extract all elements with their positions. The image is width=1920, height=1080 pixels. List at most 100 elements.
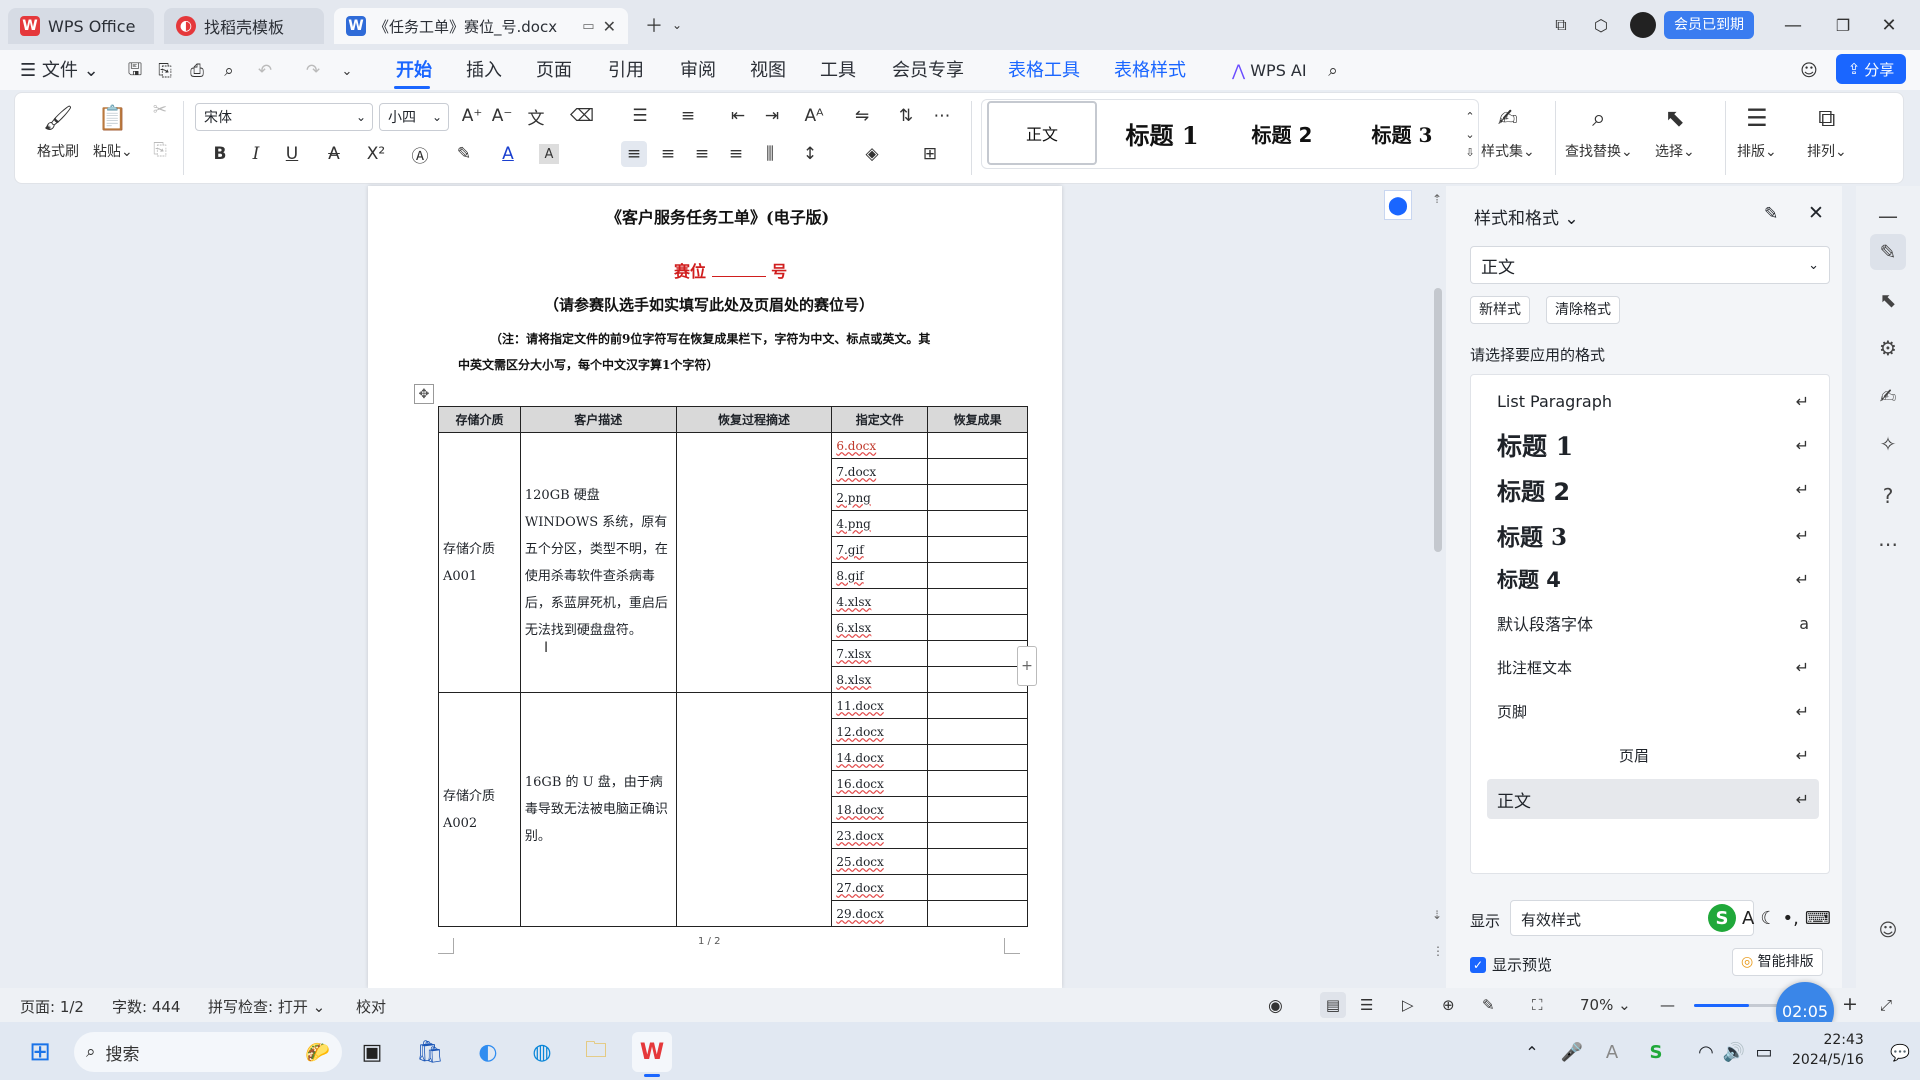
italic-icon[interactable]: I	[243, 141, 269, 167]
cut-icon[interactable]: ✂	[147, 97, 173, 123]
file-cell[interactable]: 8.xlsx	[831, 666, 929, 693]
pen-tray-icon[interactable]: A	[1592, 1032, 1632, 1072]
show-preview-checkbox[interactable]: ✓ 显示预览	[1470, 954, 1552, 975]
minimize-icon[interactable]: —	[1776, 10, 1810, 40]
wps-ai-button[interactable]: ⋀ WPS AI	[1232, 58, 1307, 84]
document-page[interactable]: 《客户服务任务工单》(电子版) 赛位 号 （请参赛队选手如实填写此处及页眉处的赛…	[368, 186, 1062, 988]
align-center-icon[interactable]: ≡	[655, 141, 681, 167]
scroll-down-icon[interactable]: ⇣	[1432, 908, 1442, 922]
file-cell[interactable]: 12.docx	[831, 718, 929, 745]
tools-icon[interactable]: ✧	[1870, 426, 1906, 462]
spell-check[interactable]: 拼写检查: 打开 ⌄	[208, 996, 325, 1017]
share-button[interactable]: ⇪ 分享	[1836, 54, 1906, 84]
increase-indent-icon[interactable]: ⇥	[759, 103, 785, 129]
result-cell[interactable]	[927, 640, 1028, 667]
style-item-comment-text[interactable]: 批注框文本 ↵	[1487, 647, 1819, 687]
select-button[interactable]: ⬉ 选择⌄	[1655, 103, 1695, 161]
windows-start-icon[interactable]: ⊞	[20, 1032, 60, 1072]
file-cell[interactable]: 11.docx	[831, 692, 929, 719]
shading-icon[interactable]: ◈	[859, 141, 885, 167]
menu-review[interactable]: 审阅	[680, 58, 716, 84]
smart-layout-button[interactable]: ◎ 智能排版	[1732, 948, 1823, 976]
numbered-list-icon[interactable]: ≡	[675, 103, 701, 129]
style-item-header[interactable]: 页眉 ↵	[1487, 735, 1819, 775]
result-cell[interactable]	[927, 614, 1028, 641]
redo-icon[interactable]: ↷	[300, 58, 326, 84]
file-cell[interactable]: 6.xlsx	[831, 614, 929, 641]
paste-button[interactable]: 📋 粘贴⌄	[93, 103, 133, 161]
qq-browser-icon[interactable]: ◐	[468, 1032, 508, 1072]
phonetic-icon[interactable]: 文	[523, 103, 549, 129]
process-cell[interactable]	[675, 432, 833, 693]
style-edit-icon[interactable]: ✎	[1870, 234, 1906, 270]
export-icon[interactable]: ⎘	[152, 58, 178, 84]
web-view-icon[interactable]: ⊕	[1442, 996, 1455, 1014]
save-icon[interactable]: 🖫	[122, 58, 148, 84]
zoom-out-icon[interactable]: —	[1660, 996, 1675, 1014]
menu-references[interactable]: 引用	[608, 58, 644, 84]
menu-insert[interactable]: 插入	[466, 58, 502, 84]
align-left-icon[interactable]: ≡	[621, 141, 647, 167]
help-icon[interactable]: ?	[1870, 478, 1906, 514]
file-cell[interactable]: 4.png	[831, 510, 929, 537]
show-marks-icon[interactable]: ⋯	[929, 103, 955, 129]
arrange-button[interactable]: ⧉ 排列⌄	[1807, 103, 1847, 161]
eye-protect-icon[interactable]: ◉	[1268, 996, 1283, 1016]
style-item-default-font[interactable]: 默认段落字体 a	[1487, 603, 1819, 643]
layout-button[interactable]: ☰ 排版⌄	[1737, 103, 1777, 161]
current-style-select[interactable]: 正文 ⌄	[1470, 246, 1830, 284]
close-panel-icon[interactable]: ✕	[1808, 202, 1824, 224]
border-icon[interactable]: ⊞	[917, 141, 943, 167]
menu-file[interactable]: ☰ 文件 ⌄	[20, 58, 99, 84]
distribute-icon[interactable]: ⫼	[757, 141, 783, 167]
result-cell[interactable]	[927, 874, 1028, 901]
file-cell[interactable]: 7.docx	[831, 458, 929, 485]
file-cell[interactable]: 23.docx	[831, 822, 929, 849]
result-cell[interactable]	[927, 536, 1028, 563]
style-item-heading-1[interactable]: 标题 1 ↵	[1487, 425, 1819, 465]
task-view-icon[interactable]: ▣	[352, 1032, 392, 1072]
font-name-select[interactable]: 宋体 ⌄	[195, 103, 373, 131]
taskbar-search[interactable]: ⌕ 搜索 🌮	[74, 1032, 342, 1072]
file-cell[interactable]: 7.gif	[831, 536, 929, 563]
file-cell[interactable]: 4.xlsx	[831, 588, 929, 615]
result-cell[interactable]	[927, 822, 1028, 849]
sogou-ime-icon[interactable]: S	[1708, 904, 1736, 932]
text-direction-icon[interactable]: ⇋	[849, 103, 875, 129]
page-indicator[interactable]: 页面: 1/2	[20, 996, 84, 1017]
zoom-select[interactable]: 70% ⌄	[1580, 996, 1631, 1014]
new-style-button[interactable]: 新样式	[1470, 296, 1530, 324]
file-cell[interactable]: 29.docx	[831, 900, 929, 927]
print-icon[interactable]: ⎙	[184, 58, 210, 84]
proofread[interactable]: 校对	[356, 996, 386, 1017]
grow-font-icon[interactable]: A⁺	[459, 103, 485, 129]
close-window-icon[interactable]: ✕	[1872, 10, 1906, 40]
format-painter-button[interactable]: 🖌 格式刷	[37, 103, 79, 161]
menu-table-tools[interactable]: 表格工具	[1008, 58, 1080, 84]
style-heading-1[interactable]: 标题 1	[1107, 101, 1217, 165]
notification-icon[interactable]: 💬	[1880, 1032, 1920, 1072]
file-cell[interactable]: 8.gif	[831, 562, 929, 589]
justify-icon[interactable]: ≡	[723, 141, 749, 167]
cube-icon[interactable]: ⬡	[1584, 10, 1618, 40]
adjust-icon[interactable]: ⚙	[1870, 330, 1906, 366]
outline-view-icon[interactable]: ☰	[1360, 996, 1373, 1014]
punct-icon[interactable]: •,	[1782, 908, 1798, 929]
font-size-select[interactable]: 小四 ⌄	[379, 103, 449, 131]
style-heading-3[interactable]: 标题 3	[1347, 101, 1457, 165]
align-right-icon[interactable]: ≡	[689, 141, 715, 167]
strikethrough-icon[interactable]: A	[321, 141, 347, 167]
file-cell[interactable]: 7.xlsx	[831, 640, 929, 667]
search-icon[interactable]: ⌕	[1320, 58, 1346, 84]
decrease-indent-icon[interactable]: ⇤	[725, 103, 751, 129]
change-case-icon[interactable]: Aᴬ	[801, 103, 827, 129]
style-item-normal[interactable]: 正文 ↵	[1487, 779, 1819, 819]
superscript-icon[interactable]: X²	[363, 141, 389, 167]
tab-list-chevron-icon[interactable]: ⌄	[666, 10, 688, 40]
style-item-footer[interactable]: 页脚 ↵	[1487, 691, 1819, 731]
pin-panel-icon[interactable]: ✎	[1764, 204, 1778, 224]
keyboard-icon[interactable]: ⌨	[1805, 908, 1831, 929]
tab-template[interactable]: ◐ 找稻壳模板	[164, 8, 324, 44]
page-view-icon[interactable]: ▤	[1320, 992, 1346, 1018]
result-cell[interactable]	[927, 588, 1028, 615]
